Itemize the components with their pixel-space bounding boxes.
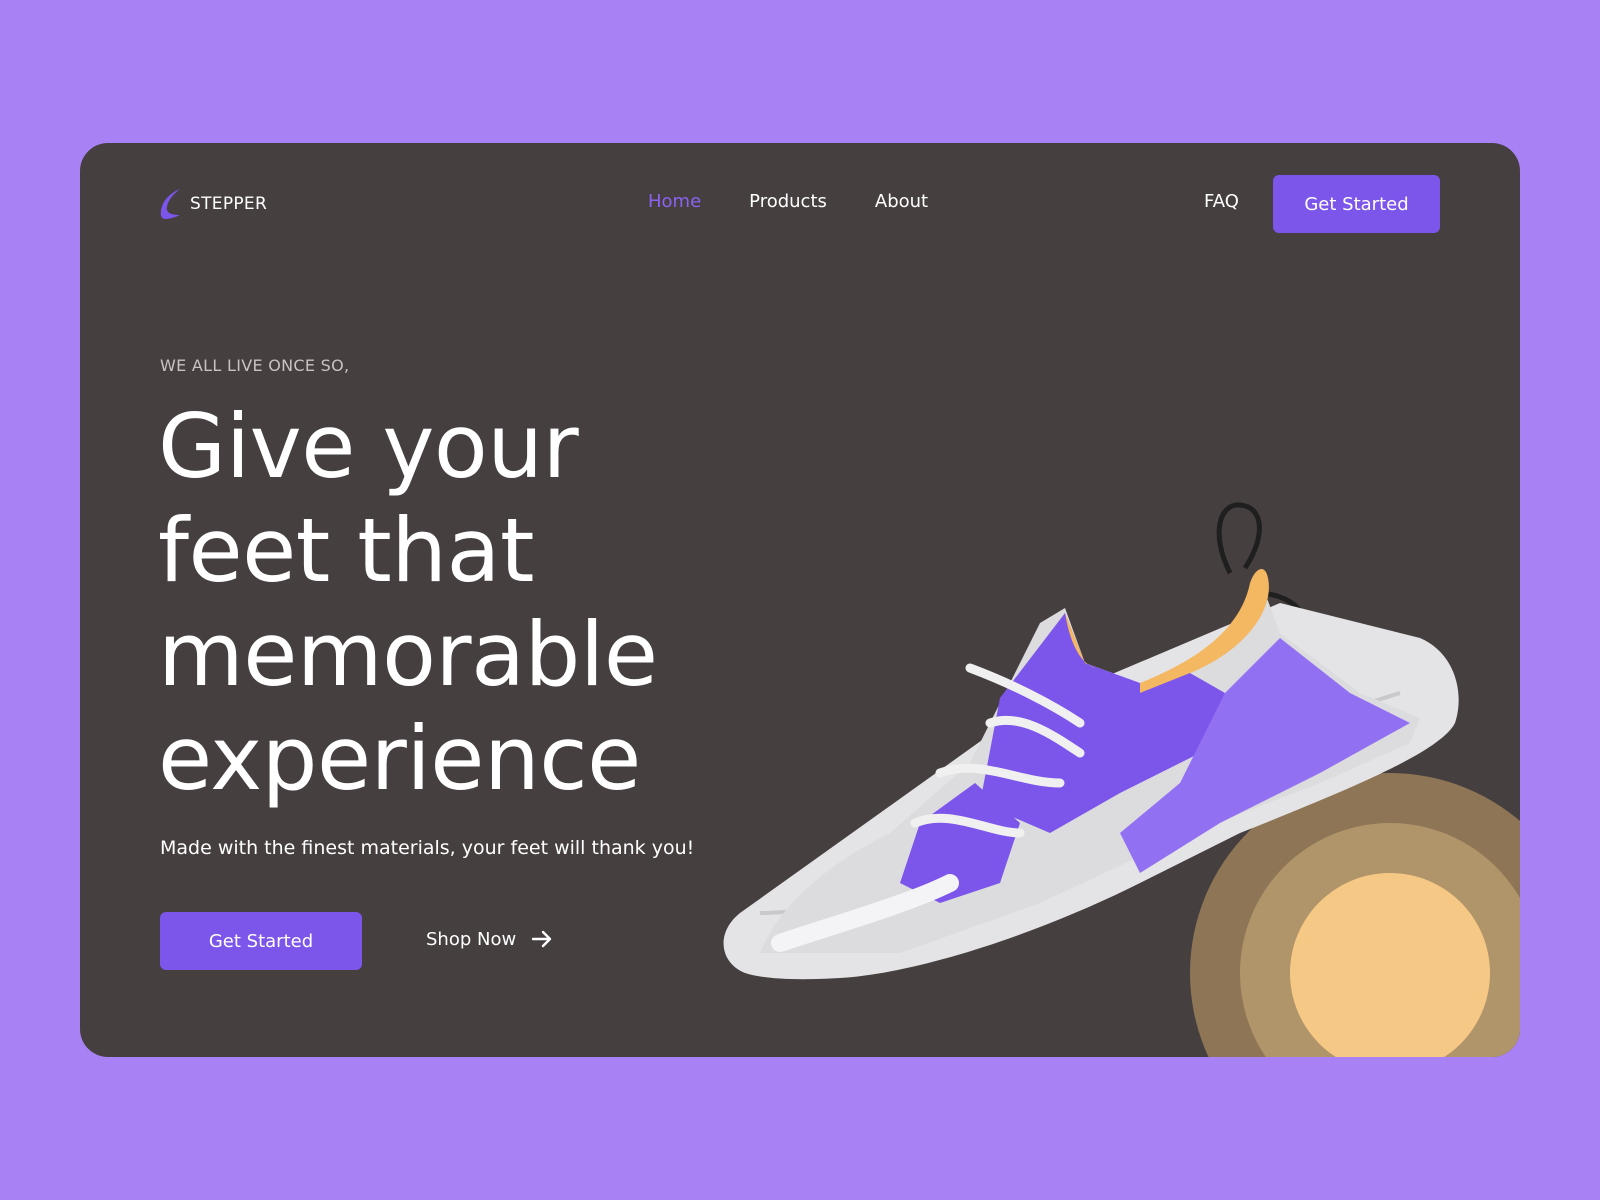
- hero-card: STEPPER Home Products About FAQ Get Star…: [80, 143, 1520, 1057]
- main-nav: Home Products About: [648, 191, 928, 212]
- hero-headline: Give your feet that memorable experience: [158, 395, 798, 811]
- shop-now-link[interactable]: Shop Now: [426, 927, 554, 951]
- hero-subtitle: Made with the finest materials, your fee…: [160, 837, 695, 859]
- hero-eyebrow: WE ALL LIVE ONCE SO,: [160, 356, 350, 375]
- nav-faq[interactable]: FAQ: [1204, 191, 1239, 212]
- arrow-right-icon: [532, 930, 552, 948]
- shop-now-label: Shop Now: [426, 928, 517, 950]
- brand-logo[interactable]: STEPPER: [158, 187, 267, 221]
- headline-line-2: feet that: [158, 499, 534, 602]
- headline-line-4: experience: [158, 707, 641, 810]
- nav-home[interactable]: Home: [648, 191, 701, 212]
- brand-name: STEPPER: [190, 194, 268, 214]
- headline-line-1: Give your: [158, 395, 579, 498]
- sneaker-illustration: [723, 502, 1459, 980]
- nav-products[interactable]: Products: [749, 191, 827, 212]
- headline-line-3: memorable: [158, 603, 658, 706]
- stepper-logo-icon: [160, 189, 180, 219]
- nav-about[interactable]: About: [875, 191, 928, 212]
- header-get-started-button[interactable]: Get Started: [1273, 175, 1440, 233]
- hero-get-started-button[interactable]: Get Started: [160, 912, 362, 970]
